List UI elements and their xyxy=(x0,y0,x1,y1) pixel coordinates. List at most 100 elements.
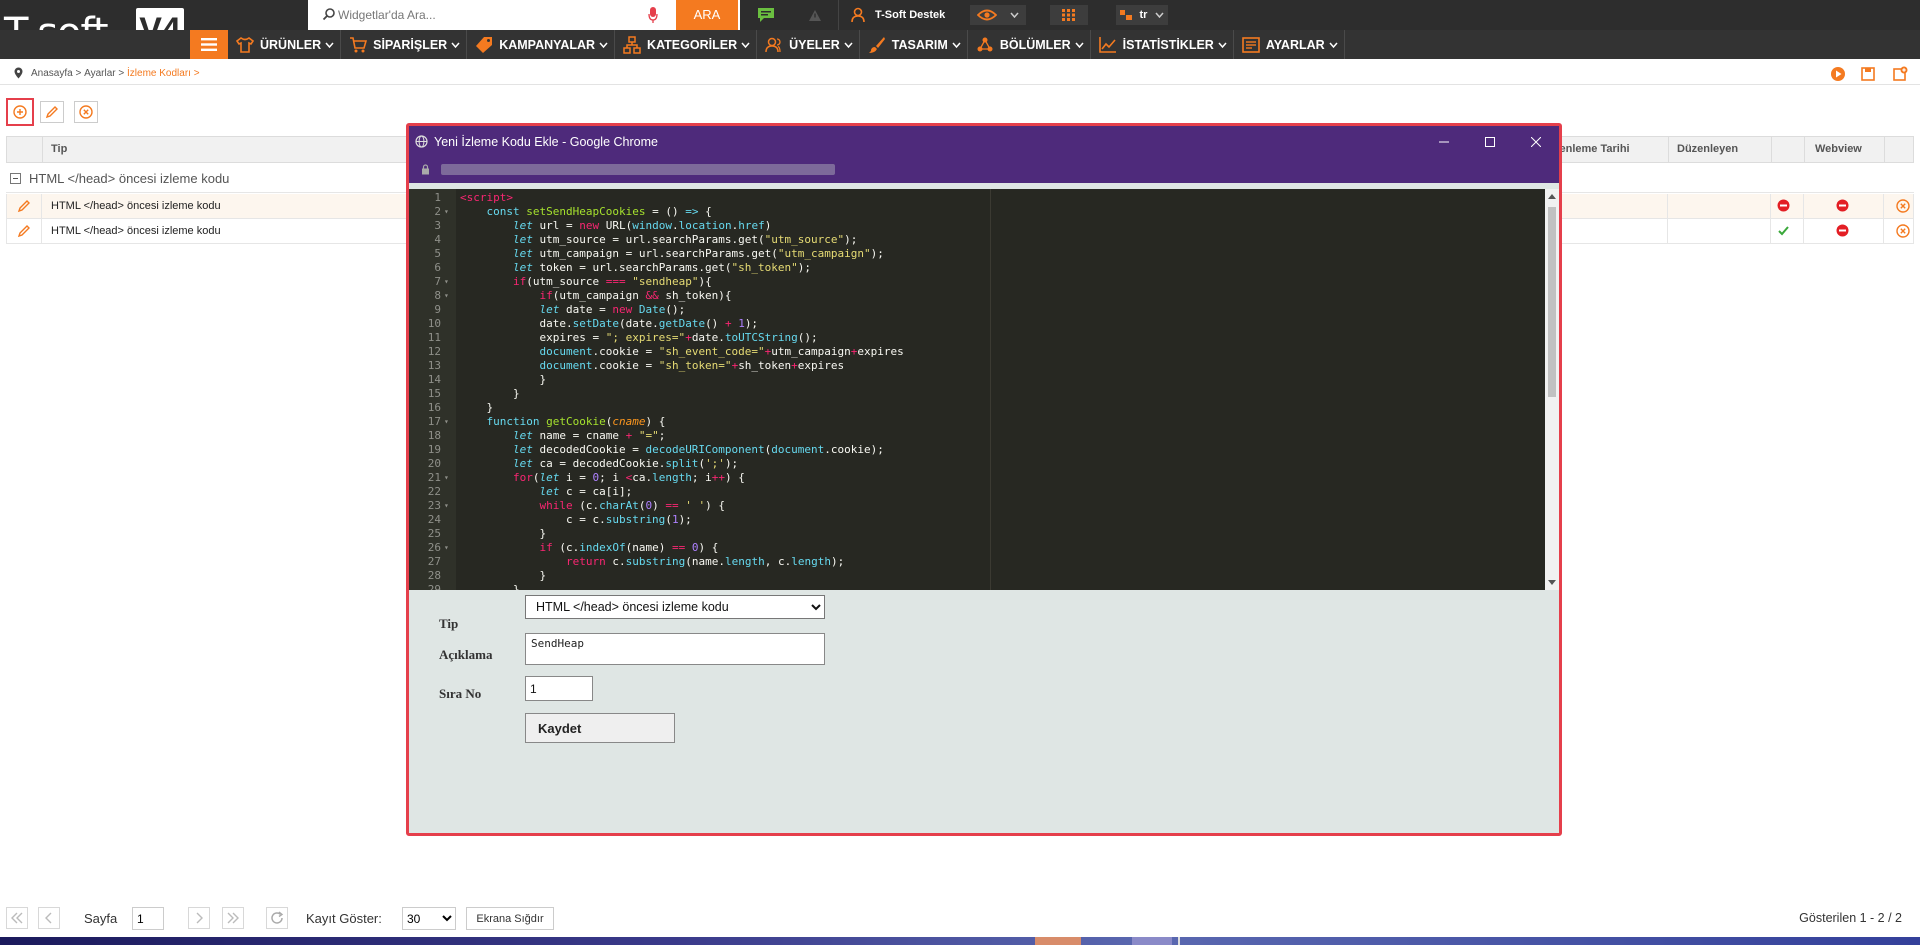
fold-arrow-icon[interactable]: ▾ xyxy=(444,275,449,289)
code-line: 18 let name = cname + "="; xyxy=(409,429,1539,443)
check-icon[interactable] xyxy=(1777,224,1790,237)
chevron-down-icon xyxy=(451,42,460,49)
fold-arrow-icon[interactable]: ▾ xyxy=(444,205,449,219)
nav-item-sections[interactable]: BÖLÜMLER xyxy=(968,30,1091,59)
line-number: 21 xyxy=(427,471,441,484)
line-number: 20 xyxy=(427,457,441,470)
os-taskbar xyxy=(0,937,1920,945)
save-icon[interactable] xyxy=(1860,66,1876,82)
view-dropdown[interactable] xyxy=(970,5,1026,25)
search-button[interactable]: ARA xyxy=(676,0,738,30)
hamburger-menu-button[interactable] xyxy=(190,30,228,59)
editor-scrollbar[interactable] xyxy=(1545,189,1559,590)
code-text: function getCookie(cname) { xyxy=(486,415,666,428)
chevron-down-icon xyxy=(1155,12,1164,18)
code-editor[interactable]: 1 <script> 2 ▾ const setSendHeapCookies = (… xyxy=(409,189,1559,590)
minus-circle-icon[interactable] xyxy=(1777,199,1790,212)
nav-item-products[interactable]: ÜRÜNLER xyxy=(228,30,342,59)
line-number: 19 xyxy=(427,443,441,456)
breadcrumb-settings[interactable]: Ayarlar xyxy=(84,68,116,79)
window-titlebar[interactable]: Yeni İzleme Kodu Ekle - Google Chrome xyxy=(409,126,1559,157)
line-number: 2 xyxy=(434,205,441,218)
nav-item-label: TASARIM xyxy=(891,37,948,52)
nav-item-settings[interactable]: AYARLAR xyxy=(1234,30,1345,59)
nav-item-orders[interactable]: SİPARİŞLER xyxy=(341,30,468,59)
fold-arrow-icon[interactable]: ▾ xyxy=(444,499,449,513)
fold-arrow-icon[interactable]: ▾ xyxy=(444,415,449,429)
save-button[interactable]: Kaydet xyxy=(525,713,675,743)
edit-button[interactable] xyxy=(40,101,64,123)
fold-arrow-icon[interactable]: ▾ xyxy=(444,471,449,485)
apps-dropdown[interactable] xyxy=(1050,5,1088,25)
close-button[interactable] xyxy=(1513,126,1559,157)
line-number: 22 xyxy=(427,485,441,498)
address-bar[interactable] xyxy=(409,157,1559,183)
delete-button[interactable] xyxy=(74,101,98,123)
code-line: 28 } xyxy=(409,569,1539,583)
pencil-icon[interactable] xyxy=(17,199,31,213)
settings-icon xyxy=(1242,36,1260,53)
nav-items: ÜRÜNLER SİPARİŞLER KAMPANYALAR KATEGORİL… xyxy=(228,30,1345,59)
maximize-button[interactable] xyxy=(1467,126,1513,157)
support-link[interactable]: T-Soft Destek xyxy=(838,0,956,30)
nav-item-categories[interactable]: KATEGORİLER xyxy=(615,30,758,59)
pencil-icon[interactable] xyxy=(17,224,31,238)
code-text: let utm_source = url.searchParams.get("u… xyxy=(512,233,858,246)
fold-arrow-icon[interactable]: ▾ xyxy=(444,541,449,555)
minus-circle-icon[interactable] xyxy=(1836,199,1849,212)
prev-page-button[interactable] xyxy=(38,907,60,929)
line-number: 10 xyxy=(427,317,441,330)
nav-item-members[interactable]: ÜYELER xyxy=(757,30,860,59)
play-icon[interactable] xyxy=(1830,66,1846,82)
close-circle-icon[interactable] xyxy=(1896,199,1910,213)
column-header-editor[interactable]: Düzenleyen xyxy=(1668,137,1771,162)
line-number: 26 xyxy=(427,541,441,554)
add-tab-icon[interactable] xyxy=(1892,66,1908,82)
fold-arrow-icon[interactable]: ▾ xyxy=(444,289,449,303)
nav-item-campaigns[interactable]: KAMPANYALAR xyxy=(467,30,616,59)
page-size-select[interactable]: 30 xyxy=(402,907,456,930)
nav-item-statistics[interactable]: İSTATİSTİKLER xyxy=(1091,30,1234,59)
close-circle-icon[interactable] xyxy=(1896,224,1910,238)
code-line: 10 date.setDate(date.getDate() + 1); xyxy=(409,317,1539,331)
description-input[interactable]: SendHeap xyxy=(525,633,825,665)
language-dropdown[interactable]: tr xyxy=(1116,5,1168,25)
code-text: let url = new URL(window.location.href) xyxy=(512,219,772,232)
column-header-webview[interactable]: Webview xyxy=(1804,137,1884,162)
add-tracking-code-window: Yeni İzleme Kodu Ekle - Google Chrome 1 <… xyxy=(406,123,1562,836)
refresh-button[interactable] xyxy=(266,907,288,929)
collapse-icon[interactable] xyxy=(10,173,21,184)
nav-item-label: ÜYELER xyxy=(789,37,840,52)
code-text: } xyxy=(460,527,547,540)
code-text: let utm_campaign = url.searchParams.get(… xyxy=(512,247,884,260)
fit-to-screen-button[interactable]: Ekrana Sığdır xyxy=(466,907,554,930)
code-text: let date = new Date(); xyxy=(539,303,686,316)
code-text: let c = ca[i]; xyxy=(539,485,633,498)
nav-item-design[interactable]: TASARIM xyxy=(860,30,968,59)
add-button[interactable] xyxy=(6,98,34,126)
chevron-down-icon xyxy=(1329,42,1338,49)
order-input[interactable] xyxy=(525,676,593,701)
column-header-date[interactable]: zenleme Tarihi xyxy=(1547,137,1668,162)
microphone-icon[interactable] xyxy=(648,6,658,24)
column-header-tip[interactable]: Tip xyxy=(42,137,422,162)
nav-item-label: İSTATİSTİKLER xyxy=(1122,37,1214,52)
chevron-left-icon xyxy=(45,912,52,924)
code-text: let token = url.searchParams.get("sh_tok… xyxy=(512,261,812,274)
next-page-button[interactable] xyxy=(188,907,210,929)
first-page-button[interactable] xyxy=(6,907,28,929)
tip-select[interactable]: HTML </head> öncesi izleme kodu xyxy=(525,595,825,619)
minimize-button[interactable] xyxy=(1421,126,1467,157)
nav-item-label: ÜRÜNLER xyxy=(260,37,322,52)
minus-circle-icon[interactable] xyxy=(1836,224,1849,237)
double-chevron-right-icon xyxy=(227,912,239,924)
chat-icon[interactable] xyxy=(740,0,792,30)
page-input[interactable] xyxy=(132,907,164,930)
code-lines: 1 <script> 2 ▾ const setSendHeapCookies = (… xyxy=(409,191,1539,590)
last-page-button[interactable] xyxy=(222,907,244,929)
code-line: 9 let date = new Date(); xyxy=(409,303,1539,317)
warning-icon[interactable] xyxy=(792,0,838,30)
line-number: 9 xyxy=(434,303,441,316)
search-input[interactable] xyxy=(338,5,688,25)
breadcrumb-home[interactable]: Anasayfa xyxy=(31,68,73,79)
